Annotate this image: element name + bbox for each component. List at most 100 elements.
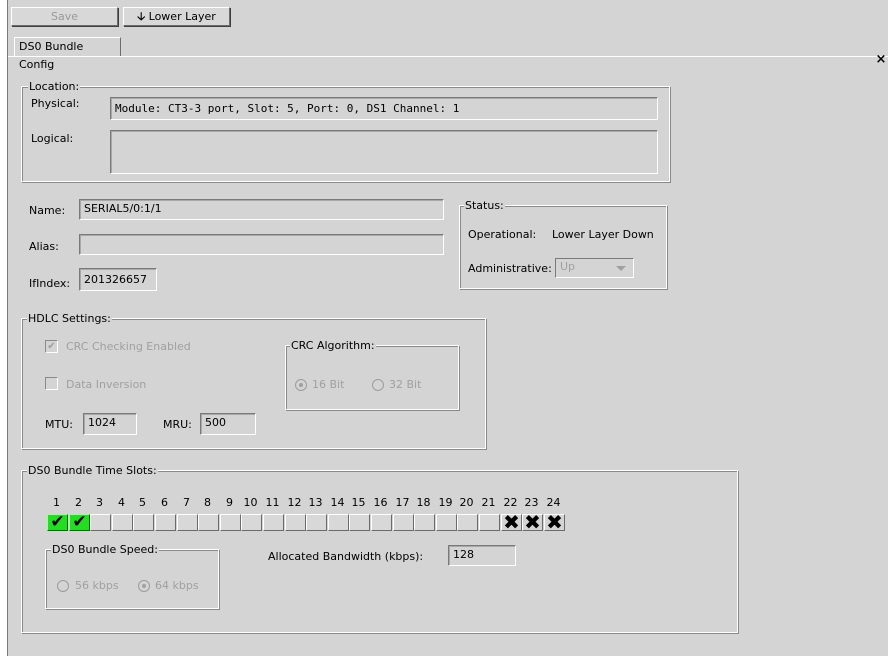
timeslot-number: 14: [330, 496, 345, 509]
administrative-select[interactable]: Up: [555, 258, 634, 278]
timeslot-box[interactable]: [479, 514, 500, 531]
location-legend: Location:: [28, 80, 81, 93]
timeslot-box[interactable]: [457, 514, 478, 531]
timeslot-box[interactable]: [220, 514, 241, 531]
timeslot-box[interactable]: [414, 514, 435, 531]
down-arrow-icon: 🡣: [137, 10, 146, 23]
timeslot-number: 1: [53, 496, 60, 509]
logical-field[interactable]: [110, 130, 658, 174]
ifindex-label: IfIndex:: [29, 277, 71, 290]
timeslot-number: 18: [416, 496, 431, 509]
administrative-label: Administrative:: [468, 262, 552, 275]
bandwidth-field: 128: [448, 545, 516, 566]
crc32-radio[interactable]: [372, 379, 384, 391]
alias-label: Alias:: [29, 240, 59, 253]
crc-checking-label: CRC Checking Enabled: [66, 340, 191, 353]
tab-ds0-bundle-config[interactable]: DS0 Bundle Config: [14, 37, 121, 71]
data-inversion-checkbox[interactable]: [45, 377, 58, 390]
timeslot-number: 16: [373, 496, 388, 509]
timeslot-number: 10: [243, 496, 258, 509]
x-mark-icon: ✖: [546, 510, 563, 534]
timeslot-box[interactable]: [198, 514, 219, 531]
lower-layer-button[interactable]: 🡣 Lower Layer: [123, 7, 230, 26]
speed56-label: 56 kbps: [75, 579, 119, 592]
timeslot-number: 4: [118, 496, 125, 509]
physical-label: Physical:: [31, 97, 80, 110]
timeslot-box[interactable]: [155, 514, 176, 531]
save-button[interactable]: Save: [11, 7, 118, 26]
checkmark-icon: ✔: [72, 512, 87, 532]
timeslot-box[interactable]: ✖: [501, 512, 522, 532]
alias-field[interactable]: [79, 234, 444, 255]
administrative-value: Up: [560, 260, 576, 273]
timeslot-number: 21: [481, 496, 496, 509]
timeslot-box[interactable]: [285, 514, 306, 531]
timeslot-number: 3: [96, 496, 103, 509]
mtu-label: MTU:: [45, 418, 73, 431]
timeslot-number: 24: [546, 496, 561, 509]
timeslot-box[interactable]: [177, 514, 198, 531]
timeslot-box[interactable]: [133, 514, 154, 531]
crc32-label: 32 Bit: [389, 378, 422, 391]
timeslot-box[interactable]: [263, 514, 284, 531]
timeslot-box[interactable]: [306, 514, 327, 531]
x-mark-icon: ✖: [524, 510, 541, 534]
timeslot-box[interactable]: [241, 514, 262, 531]
timeslot-box[interactable]: [436, 514, 457, 531]
checkmark-icon: ✔: [50, 512, 65, 532]
speed-legend: DS0 Bundle Speed:: [51, 543, 159, 556]
crc16-radio[interactable]: [295, 379, 307, 391]
logical-label: Logical:: [31, 132, 74, 145]
timeslot-box[interactable]: [112, 514, 133, 531]
timeslot-box[interactable]: ✖: [522, 512, 543, 532]
timeslot-number: 12: [287, 496, 302, 509]
timeslot-number: 5: [139, 496, 146, 509]
timeslot-number: 22: [503, 496, 518, 509]
checkmark-icon: ✔: [47, 341, 56, 352]
close-icon[interactable]: ×: [874, 53, 888, 67]
timeslot-number: 2: [75, 496, 82, 509]
timeslot-number: 20: [459, 496, 474, 509]
speed64-radio[interactable]: [138, 580, 150, 592]
timeslot-number: 15: [351, 496, 366, 509]
timeslot-box[interactable]: ✔: [69, 514, 90, 531]
timeslot-box[interactable]: [371, 514, 392, 531]
timeslot-number: 9: [226, 496, 233, 509]
timeslot-number: 13: [308, 496, 323, 509]
crc-checking-checkbox[interactable]: ✔: [45, 340, 58, 353]
operational-label: Operational:: [468, 228, 537, 241]
name-field[interactable]: SERIAL5/0:1/1: [79, 199, 444, 220]
timeslot-box[interactable]: [90, 514, 111, 531]
crc16-label: 16 Bit: [312, 378, 345, 391]
crc-algorithm-legend: CRC Algorithm:: [290, 339, 376, 352]
operational-value: Lower Layer Down: [552, 228, 654, 241]
x-mark-icon: ✖: [503, 510, 520, 534]
chevron-down-icon: [616, 266, 626, 271]
status-legend: Status:: [464, 199, 505, 212]
timeslot-number: 19: [438, 496, 453, 509]
tab-divider: [8, 56, 888, 57]
mtu-field[interactable]: 1024: [83, 413, 137, 435]
speed56-radio[interactable]: [57, 580, 69, 592]
timeslot-box[interactable]: [349, 514, 370, 531]
data-inversion-label: Data Inversion: [66, 378, 147, 391]
speed64-label: 64 kbps: [155, 579, 199, 592]
timeslot-box[interactable]: ✖: [544, 512, 565, 532]
timeslot-number: 7: [183, 496, 190, 509]
ifindex-field: 201326657: [79, 268, 157, 291]
lower-layer-button-label: Lower Layer: [148, 10, 216, 23]
timeslot-number: 11: [265, 496, 280, 509]
timeslot-number: 23: [524, 496, 539, 509]
bandwidth-label: Allocated Bandwidth (kbps):: [268, 550, 424, 563]
timeslot-box[interactable]: ✔: [47, 514, 68, 531]
mru-label: MRU:: [163, 418, 192, 431]
mru-field[interactable]: 500: [200, 413, 256, 435]
timeslot-number: 8: [204, 496, 211, 509]
hdlc-legend: HDLC Settings:: [27, 312, 112, 325]
name-label: Name:: [29, 204, 66, 217]
timeslot-number: 6: [161, 496, 168, 509]
timeslot-box[interactable]: [393, 514, 414, 531]
timeslots-legend: DS0 Bundle Time Slots:: [27, 464, 158, 477]
timeslot-box[interactable]: [328, 514, 349, 531]
save-button-label: Save: [50, 10, 78, 23]
